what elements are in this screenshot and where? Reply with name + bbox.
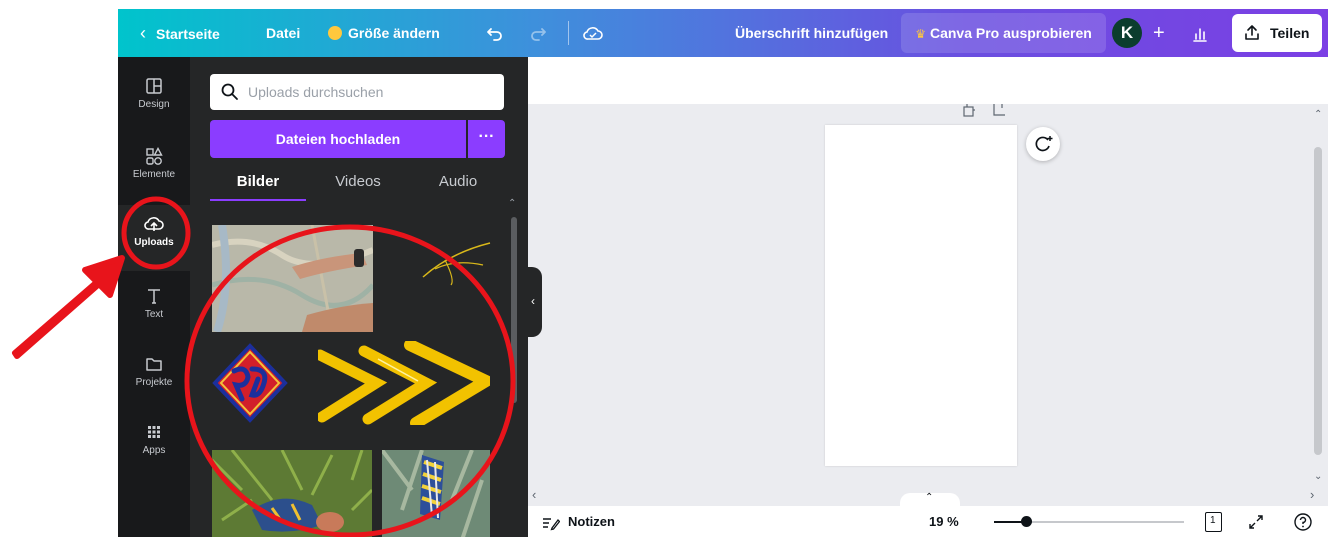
- shapes-icon: [146, 147, 163, 165]
- scroll-right-icon[interactable]: ›: [1310, 487, 1314, 502]
- page-count-label: 1: [1210, 515, 1216, 526]
- show-pages-tab[interactable]: ⌃: [900, 492, 960, 507]
- side-navigation: Design Elemente Uploads Text Projekte Ap…: [118, 57, 190, 537]
- yellow-stroke-image: [422, 242, 491, 286]
- top-bar: ‹ Startseite Datei Größe ändern Überschri…: [118, 9, 1328, 57]
- text-icon: [148, 289, 160, 304]
- bar-chart-icon: [1193, 28, 1207, 43]
- upload-thumbnail-diamond-logo[interactable]: [212, 343, 288, 423]
- scarf-photo-image: [382, 450, 490, 537]
- upload-thumbnail-scarf-photo[interactable]: [382, 450, 490, 537]
- canvas-scrollbar[interactable]: [1314, 147, 1322, 455]
- add-heading-button[interactable]: Überschrift hinzufügen: [735, 9, 888, 57]
- chevron-left-icon: ‹: [531, 294, 535, 308]
- add-collaborator-button[interactable]: +: [1153, 9, 1165, 57]
- fullscreen-icon[interactable]: [1247, 513, 1265, 531]
- notes-icon: [543, 517, 561, 530]
- home-link[interactable]: ‹ Startseite: [140, 9, 220, 57]
- toolbar-divider: [568, 21, 569, 45]
- refresh-sparkle-icon: [1035, 136, 1053, 152]
- rail-item-uploads[interactable]: Uploads: [118, 205, 190, 271]
- cloud-upload-icon: [144, 217, 164, 231]
- upload-thumbnail-yellow-chevrons[interactable]: [318, 341, 490, 425]
- search-icon: [221, 83, 238, 100]
- rail-item-text[interactable]: Text: [118, 277, 190, 339]
- more-options-button[interactable]: ···: [468, 120, 505, 158]
- canva-pro-button[interactable]: ♛ Canva Pro ausprobieren: [901, 13, 1106, 53]
- chevron-up-icon: ⌃: [925, 492, 934, 503]
- grass-photo-image: [212, 450, 372, 537]
- bottom-bar: Notizen 19 % 1: [528, 506, 1328, 537]
- annotation-arrow: [12, 255, 125, 359]
- canvas-toolbar-strip: [528, 57, 1328, 104]
- upload-thumbnail-yellow-stroke[interactable]: [415, 225, 495, 332]
- avatar[interactable]: K: [1112, 18, 1142, 48]
- canva-editor: ‹ Startseite Datei Größe ändern Überschri…: [118, 9, 1328, 537]
- scroll-left-icon[interactable]: ‹: [532, 487, 536, 502]
- chevron-up-icon: ⌃: [1314, 109, 1323, 120]
- folder-icon: [146, 358, 162, 371]
- cloud-check-icon: [583, 27, 603, 41]
- tab-audio[interactable]: Audio: [410, 171, 506, 199]
- file-menu[interactable]: Datei: [266, 9, 300, 57]
- chevron-down-icon: ⌄: [1314, 471, 1323, 482]
- yellow-chevrons-image: [318, 341, 490, 425]
- design-page[interactable]: [825, 125, 1017, 466]
- upload-thumbnail-map-photo[interactable]: [212, 225, 373, 332]
- crown-icon: ♛: [915, 27, 926, 41]
- collapse-panel-button[interactable]: ‹: [528, 267, 542, 337]
- page-count-button[interactable]: 1: [1205, 512, 1222, 532]
- tab-videos[interactable]: Videos: [310, 171, 406, 199]
- magic-suggest-button[interactable]: [1026, 127, 1060, 161]
- zoom-value[interactable]: 19 %: [929, 506, 959, 537]
- tab-images[interactable]: Bilder: [210, 171, 306, 201]
- add-page-icon[interactable]: [992, 104, 1006, 118]
- search-input[interactable]: Uploads durchsuchen: [248, 74, 383, 110]
- search-field[interactable]: Uploads durchsuchen: [210, 74, 504, 110]
- chevron-left-icon: ‹: [140, 23, 146, 43]
- rail-item-design[interactable]: Design: [118, 67, 190, 129]
- insights-button[interactable]: [1190, 9, 1210, 57]
- layout-icon: [146, 78, 162, 94]
- apps-grid-icon: [148, 426, 160, 438]
- diamond-logo-image: [212, 343, 288, 423]
- resize-button[interactable]: Größe ändern: [328, 9, 440, 57]
- plus-icon: +: [1153, 22, 1165, 44]
- chevron-up-icon: ⌃: [508, 198, 517, 209]
- duplicate-page-icon[interactable]: [962, 104, 978, 118]
- upload-files-button[interactable]: Dateien hochladen: [210, 120, 466, 158]
- panel-scroll-thumb[interactable]: [511, 217, 517, 403]
- rail-item-projects[interactable]: Projekte: [118, 345, 190, 407]
- redo-button[interactable]: [528, 9, 548, 57]
- cloud-save-button[interactable]: [582, 9, 604, 57]
- share-upload-icon: [1245, 25, 1259, 40]
- rail-item-apps[interactable]: Apps: [118, 413, 190, 475]
- crown-icon: [328, 25, 342, 40]
- map-photo-image: [212, 225, 373, 332]
- upload-thumbnail-grass-photo[interactable]: [212, 450, 372, 537]
- undo-icon: [487, 28, 502, 42]
- uploads-panel: Uploads durchsuchen Dateien hochladen ··…: [190, 57, 528, 537]
- zoom-slider-handle[interactable]: [1021, 516, 1033, 527]
- share-button[interactable]: Teilen: [1232, 14, 1322, 52]
- rail-item-elements[interactable]: Elemente: [118, 137, 190, 199]
- notes-button[interactable]: Notizen: [542, 506, 615, 537]
- redo-icon: [531, 28, 546, 42]
- help-icon[interactable]: [1293, 512, 1313, 532]
- undo-button[interactable]: [485, 9, 505, 57]
